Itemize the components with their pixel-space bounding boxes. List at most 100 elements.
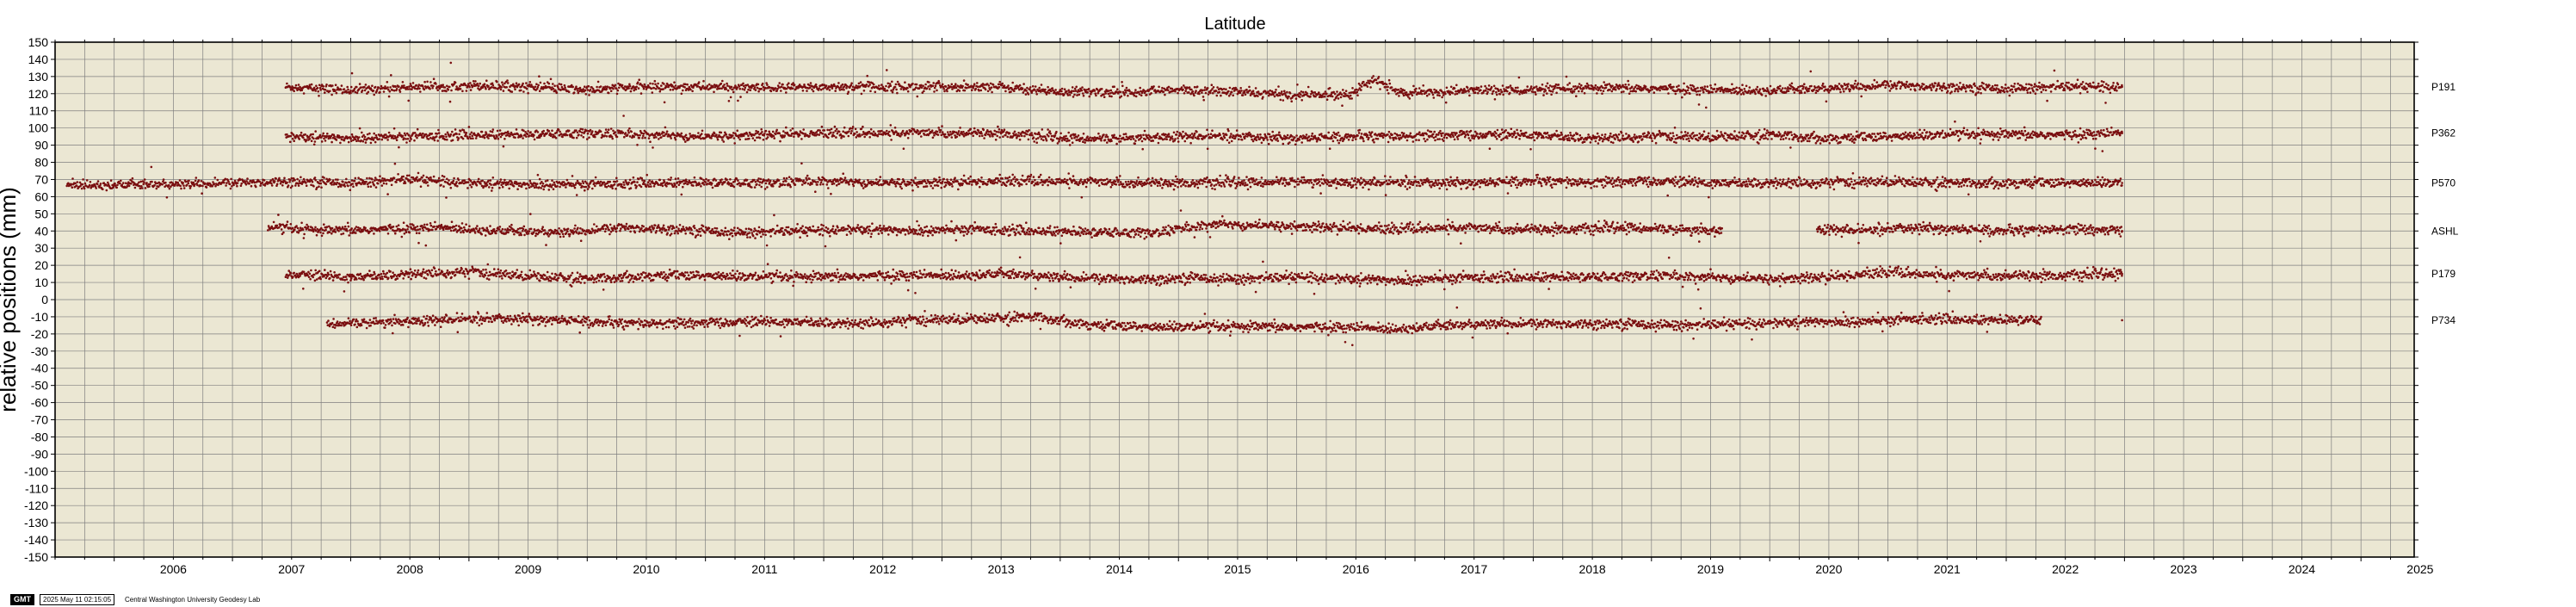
data-point xyxy=(1024,93,1028,96)
data-point xyxy=(896,91,899,95)
data-point xyxy=(1941,89,1943,92)
data-point xyxy=(1739,93,1743,96)
data-point xyxy=(1138,93,1141,96)
data-point xyxy=(994,133,997,136)
data-point xyxy=(1574,139,1577,142)
data-point xyxy=(974,87,977,90)
data-point xyxy=(1585,84,1587,88)
data-point xyxy=(2005,87,2008,90)
data-point xyxy=(575,87,578,90)
data-point xyxy=(1466,86,1469,90)
data-point xyxy=(1139,86,1141,90)
data-point xyxy=(721,79,724,83)
data-point xyxy=(657,133,659,137)
data-point xyxy=(866,74,868,77)
data-point xyxy=(1432,96,1436,99)
data-point xyxy=(900,133,903,136)
data-point xyxy=(1238,138,1240,141)
data-point xyxy=(923,133,926,136)
data-point xyxy=(859,134,862,138)
data-point xyxy=(680,132,683,135)
data-point xyxy=(1432,136,1436,139)
data-point xyxy=(1414,90,1417,93)
data-point xyxy=(638,136,640,139)
data-point xyxy=(1050,134,1053,138)
data-point xyxy=(1982,82,1985,85)
data-point xyxy=(1741,84,1744,86)
data-point xyxy=(1324,90,1327,93)
data-point xyxy=(1059,93,1062,96)
data-point xyxy=(1356,90,1359,94)
data-point xyxy=(1134,89,1137,91)
data-point xyxy=(491,82,494,85)
data-point xyxy=(1239,135,1242,139)
data-point xyxy=(586,132,590,135)
data-point xyxy=(663,131,665,134)
data-point xyxy=(2111,84,2115,87)
data-point xyxy=(551,129,553,132)
data-point xyxy=(2121,85,2123,89)
data-point xyxy=(324,91,326,94)
data-point xyxy=(474,80,477,83)
data-point xyxy=(1013,90,1016,92)
data-point xyxy=(1846,85,1850,88)
data-point xyxy=(1491,92,1494,96)
data-point xyxy=(1026,86,1029,90)
data-point xyxy=(847,90,850,93)
data-point xyxy=(596,80,600,84)
data-point xyxy=(1494,135,1497,139)
data-point xyxy=(1283,90,1286,93)
data-point xyxy=(330,93,333,96)
data-point xyxy=(491,128,495,131)
data-point xyxy=(1892,86,1894,89)
data-point xyxy=(1360,89,1362,91)
data-point xyxy=(1813,86,1817,90)
data-point xyxy=(812,131,815,134)
data-point xyxy=(1442,136,1446,139)
data-point xyxy=(1273,95,1276,98)
data-point xyxy=(884,90,887,92)
data-point xyxy=(1288,92,1292,95)
data-point xyxy=(618,86,621,90)
data-point xyxy=(406,138,410,140)
data-point xyxy=(1692,85,1696,88)
data-point xyxy=(1461,129,1463,133)
data-point xyxy=(643,83,646,86)
data-point xyxy=(1412,140,1415,143)
data-point xyxy=(612,87,615,90)
data-point xyxy=(318,86,322,90)
data-point xyxy=(1286,90,1288,94)
data-point xyxy=(292,133,295,136)
data-point xyxy=(1331,134,1334,137)
data-point xyxy=(1350,91,1353,94)
data-point xyxy=(1511,87,1514,90)
data-point xyxy=(469,82,472,84)
data-point xyxy=(1889,80,1892,83)
data-point xyxy=(1856,87,1858,90)
data-point xyxy=(1699,90,1702,92)
data-point xyxy=(1115,142,1118,146)
data-point xyxy=(485,133,488,135)
data-point xyxy=(1204,91,1208,95)
data-point xyxy=(1936,88,1938,90)
data-point xyxy=(1853,86,1856,89)
data-point xyxy=(358,83,361,85)
data-point xyxy=(1541,88,1545,90)
data-point xyxy=(886,89,889,92)
data-point xyxy=(1205,134,1208,137)
data-point xyxy=(1617,87,1621,90)
data-point xyxy=(1659,89,1661,92)
data-point xyxy=(386,139,389,141)
data-point xyxy=(1731,83,1733,86)
data-point xyxy=(1756,85,1759,89)
data-point xyxy=(1381,80,1384,84)
data-point xyxy=(729,96,732,99)
data-point xyxy=(1708,91,1712,94)
data-point xyxy=(682,89,684,92)
data-point xyxy=(674,84,677,87)
data-point xyxy=(589,128,592,132)
data-point xyxy=(1073,87,1077,90)
data-point xyxy=(1546,92,1548,95)
data-point xyxy=(578,130,582,133)
data-point xyxy=(1622,90,1625,93)
